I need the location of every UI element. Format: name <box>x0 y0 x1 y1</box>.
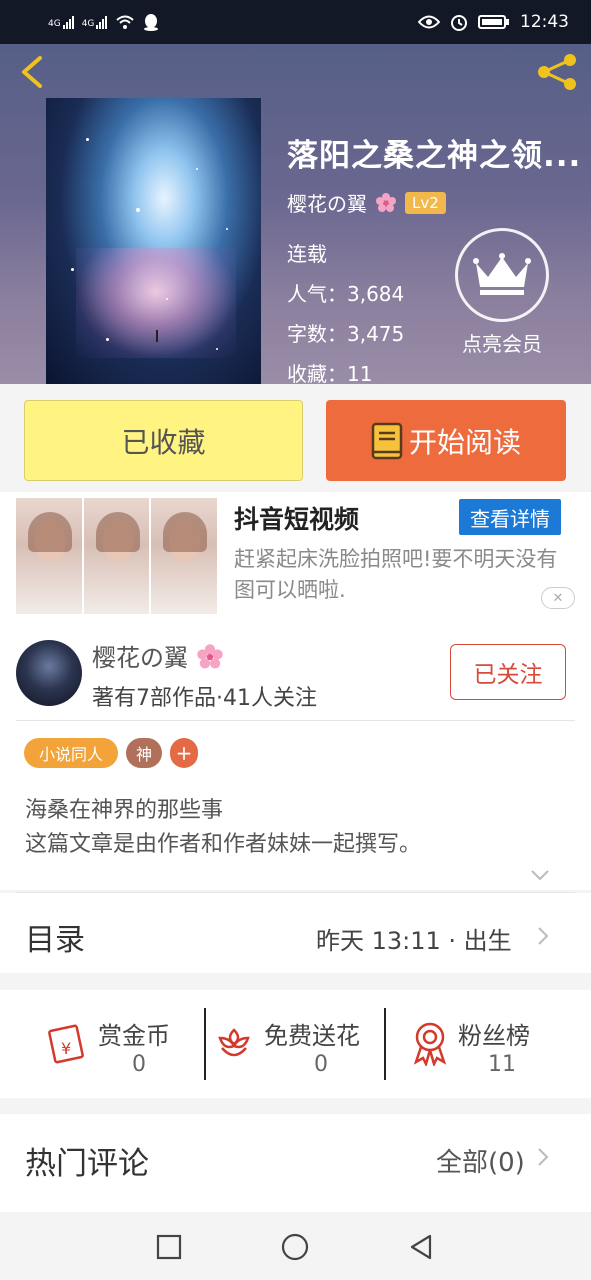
ad-image[interactable] <box>16 498 218 614</box>
divider <box>16 720 575 721</box>
book-description: 海桑在神界的那些事 这篇文章是由作者和作者妹妹一起撰写。 <box>25 794 421 862</box>
home-button[interactable] <box>280 1232 310 1262</box>
book-icon <box>371 422 403 459</box>
popularity-row: 人气：3,684 <box>287 282 405 306</box>
reward-label: 赏金币 <box>98 1022 170 1050</box>
qq-icon <box>144 14 159 31</box>
flower-icon <box>218 1028 250 1057</box>
close-icon: ✕ <box>552 590 564 606</box>
latest-chapter: 昨天 13:11 · 出生 <box>316 927 512 955</box>
toc-label: 目录 <box>25 923 85 958</box>
reward-label: 粉丝榜 <box>458 1022 530 1050</box>
start-reading-label: 开始阅读 <box>408 425 521 459</box>
vip-button[interactable]: 点亮会员 <box>454 228 550 357</box>
add-tag-button[interactable]: + <box>170 738 198 768</box>
medal-icon <box>413 1022 447 1066</box>
collected-button[interactable]: 已收藏 <box>24 400 303 481</box>
ad-detail-button[interactable]: 查看详情 <box>459 499 561 535</box>
word-count-row: 字数：3,475 <box>287 322 405 346</box>
follow-button[interactable]: 已关注 <box>450 644 566 700</box>
reward-value: 0 <box>132 1052 146 1077</box>
author-avatar[interactable] <box>16 640 82 706</box>
rewards-bar: ¥ 赏金币 0 免费送花 0 粉丝榜 11 <box>0 990 591 1098</box>
back-icon[interactable] <box>14 54 50 90</box>
author-name-row[interactable]: 樱花の翼 <box>92 638 224 673</box>
reward-value: 0 <box>314 1052 328 1077</box>
all-comments-link[interactable]: 全部(0) <box>436 1142 525 1179</box>
description-line: 这篇文章是由作者和作者妹妹一起撰写。 <box>25 832 422 857</box>
hot-comments-section: 热门评论 全部(0) <box>0 1114 591 1212</box>
red-envelope-icon: ¥ <box>48 1024 84 1064</box>
popularity-value: 3,684 <box>347 282 405 306</box>
start-reading-button[interactable]: 开始阅读 <box>326 400 566 481</box>
book-title: 落阳之桑之神之领... <box>287 138 582 174</box>
table-of-contents-row[interactable]: 目录 昨天 13:11 · 出生 <box>0 893 591 973</box>
serial-status: 连载 <box>287 242 327 266</box>
reward-value: 11 <box>488 1052 516 1077</box>
alarm-icon <box>451 15 467 31</box>
description-line: 海桑在神界的那些事 <box>25 798 224 823</box>
sakura-icon <box>376 192 396 212</box>
back-button[interactable] <box>406 1232 436 1262</box>
crown-icon <box>473 253 531 295</box>
hot-comments-title: 热门评论 <box>25 1146 149 1182</box>
status-bar: 4G 4G 12:43 <box>0 0 591 44</box>
ad-title: 抖音短视频 <box>234 505 360 534</box>
favorites-row: 收藏：11 <box>287 362 373 384</box>
tag-god[interactable]: 神 <box>126 738 162 768</box>
eye-icon <box>418 15 440 29</box>
level-badge: Lv2 <box>405 191 446 214</box>
word-count-value: 3,475 <box>347 322 405 346</box>
share-icon[interactable] <box>534 52 580 92</box>
svg-text:¥: ¥ <box>61 1039 71 1058</box>
ad-close-button[interactable]: ✕ <box>541 587 575 609</box>
reward-flower[interactable]: 免费送花 0 <box>206 990 384 1098</box>
battery-icon <box>478 15 509 29</box>
book-author-row[interactable]: 樱花の翼 Lv2 <box>287 188 446 217</box>
ad-description: 赶紧起床洗脸拍照吧!要不明天没有图可以晒啦. <box>234 547 558 602</box>
author-name: 樱花の翼 <box>92 644 188 672</box>
reward-coins[interactable]: ¥ 赏金币 0 <box>0 990 204 1098</box>
signal-2: 4G <box>82 15 108 29</box>
clock: 12:43 <box>520 12 569 32</box>
author-card: 樱花の翼 著有7部作品·41人关注 已关注 小说同人 神 + 海桑在神界的那些事… <box>0 620 591 893</box>
wifi-icon <box>116 15 135 29</box>
collected-label: 已收藏 <box>121 425 206 459</box>
signal-1: 4G <box>48 15 74 29</box>
chevron-right-icon <box>538 1148 549 1166</box>
reward-fans-ranking[interactable]: 粉丝榜 11 <box>386 990 566 1098</box>
system-nav-bar <box>0 1212 591 1280</box>
book-header: 落阳之桑之神之领... 樱花の翼 Lv2 连载 人气：3,684 字数：3,47… <box>0 44 591 384</box>
chevron-right-icon <box>538 927 549 945</box>
reward-label: 免费送花 <box>264 1022 360 1050</box>
author-stats: 著有7部作品·41人关注 <box>92 686 317 711</box>
sakura-icon <box>196 644 223 669</box>
recents-button[interactable] <box>154 1232 184 1262</box>
tag-fanfiction[interactable]: 小说同人 <box>24 738 118 768</box>
follow-label: 已关注 <box>473 662 543 688</box>
ad-banner[interactable]: 抖音短视频 查看详情 赶紧起床洗脸拍照吧!要不明天没有图可以晒啦. <box>0 492 591 620</box>
chevron-down-icon[interactable] <box>530 868 550 882</box>
vip-label: 点亮会员 <box>462 332 542 356</box>
favorites-value: 11 <box>347 362 373 384</box>
book-cover[interactable] <box>46 98 261 384</box>
book-author: 樱花の翼 <box>287 192 367 216</box>
